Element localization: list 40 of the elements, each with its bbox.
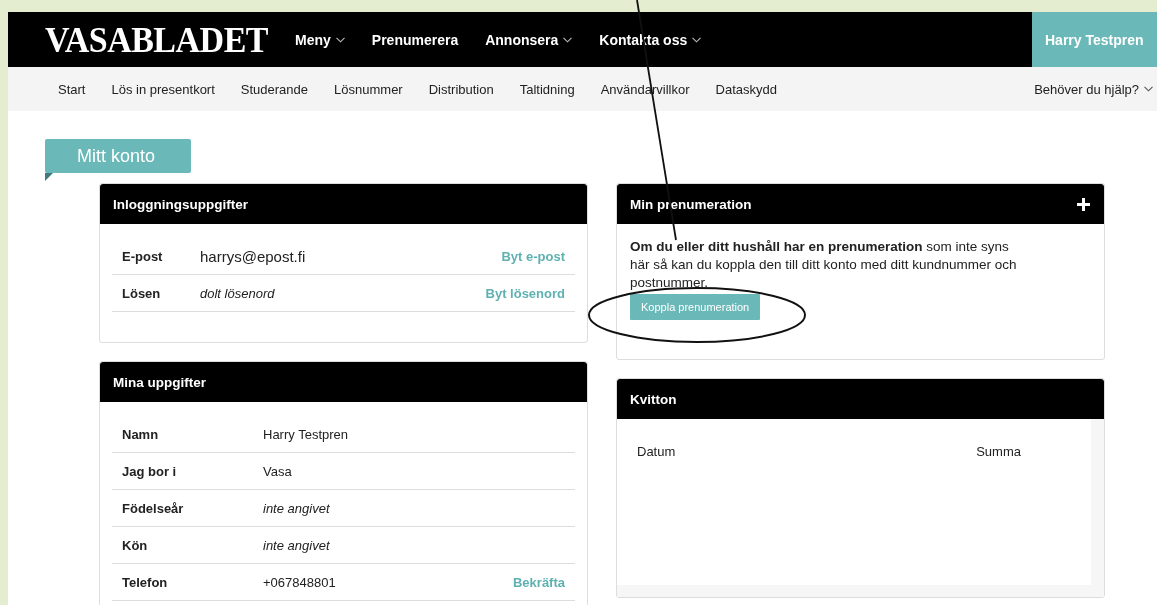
subnav-link[interactable]: Distribution <box>428 81 494 97</box>
nav-menu-item[interactable]: Meny <box>295 31 345 48</box>
help-menu[interactable]: Behöver du hjälp? <box>1034 81 1157 97</box>
card-title: Inloggningsuppgifter <box>113 196 248 212</box>
field-label: Lösen <box>122 285 162 301</box>
tab-fold <box>45 173 53 181</box>
field-value: harrys@epost.fi <box>200 247 307 265</box>
chevron-down-icon <box>563 36 573 43</box>
card-title: Mina uppgifter <box>113 374 206 390</box>
chevron-down-icon <box>335 36 345 43</box>
column-header: Datum <box>637 444 676 459</box>
card-title: Kvitton <box>630 391 677 407</box>
subnav-link[interactable]: Lösnummer <box>334 81 403 97</box>
card-title: Min prenumeration <box>630 196 752 212</box>
chevron-down-icon <box>1144 86 1153 92</box>
column-header: Summa <box>976 444 1021 459</box>
field-value: dolt lösenord <box>200 285 276 301</box>
subnav-link[interactable]: Dataskydd <box>715 81 777 97</box>
subnav-link[interactable]: Taltidning <box>519 81 575 97</box>
chevron-down-icon <box>692 36 702 43</box>
site-logo[interactable]: VASABLADET <box>45 19 268 60</box>
field-value: Vasa <box>263 463 293 479</box>
info-text: Om du eller ditt hushåll har en prenumeration som inte syns här så kan du koppla den till ditt konto med ditt kundnummer och postnummer. <box>630 238 1018 292</box>
nav-menu-item[interactable]: Prenumerera <box>371 31 459 48</box>
field-label: Födelseår <box>122 500 185 516</box>
plus-icon[interactable] <box>1077 197 1090 211</box>
field-label: Jag bor i <box>122 463 178 479</box>
field-label: E-post <box>122 248 164 264</box>
subnav-link[interactable]: Start <box>58 81 86 97</box>
field-value: +067848801 <box>263 574 337 590</box>
nav-menu-item[interactable]: Kontakta oss <box>599 31 702 48</box>
field-label: Namn <box>122 426 160 442</box>
field-value: Harry Testpren <box>263 426 349 442</box>
field-value: inte angivet <box>263 537 331 553</box>
subnav-link[interactable]: Lös in presentkort <box>111 81 215 97</box>
field-label: Kön <box>122 537 149 553</box>
field-label: Telefon <box>122 574 169 590</box>
subnav-link[interactable]: Studerande <box>240 81 309 97</box>
field-value: inte angivet <box>263 500 331 516</box>
nav-menu-item[interactable]: Annonsera <box>485 31 573 48</box>
